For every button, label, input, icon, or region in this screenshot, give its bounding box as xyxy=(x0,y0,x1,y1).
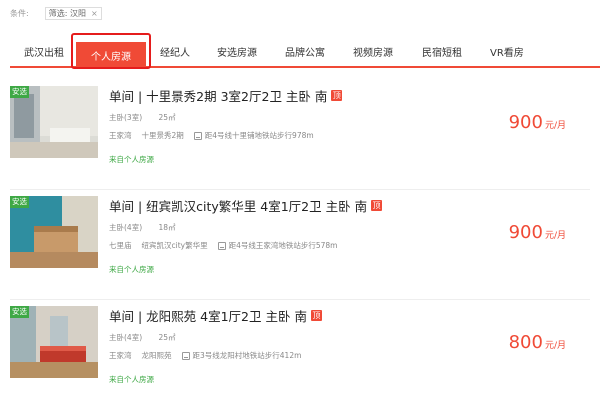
tab-verified[interactable]: 安选房源 xyxy=(217,44,257,59)
listing-item[interactable]: 安选 单间 | 龙阳熙苑 4室1厅2卫 主卧 南 顶 主卧(4室) 25㎡ 王家… xyxy=(0,306,600,400)
listing-room-info: 主卧(4室) 18㎡ xyxy=(109,222,190,233)
subway-distance: 距4号线王家湾地铁站步行578m xyxy=(228,241,338,250)
room-type: 主卧(3室) xyxy=(109,113,143,122)
subway-distance: 距4号线十里铺地铁站步行978m xyxy=(204,131,314,140)
listing-source: 来自个人房源 xyxy=(109,155,154,164)
tab-wuhan-rent[interactable]: 武汉出租 xyxy=(24,44,64,59)
price-unit: 元/月 xyxy=(544,121,566,131)
listing-photo[interactable]: 安选 xyxy=(10,86,98,158)
tab-personal-listings[interactable]: 个人房源 xyxy=(76,42,146,68)
close-icon[interactable]: × xyxy=(91,9,98,18)
listing-title[interactable]: 单间 | 龙阳熙苑 4室1厅2卫 主卧 南 顶 xyxy=(109,306,322,325)
verified-badge: 安选 xyxy=(10,86,29,98)
price-unit: 元/月 xyxy=(544,231,566,241)
listing-photo[interactable]: 安选 xyxy=(10,196,98,268)
listing-room-info: 主卧(3室) 25㎡ xyxy=(109,112,190,123)
listing-location: 王家湾 十里景秀2期 距4号线十里铺地铁站步行978m xyxy=(109,130,314,141)
listing-item[interactable]: 安选 单间 | 十里景秀2期 3室2厅2卫 主卧 南 顶 主卧(3室) 25㎡ … xyxy=(0,86,600,190)
listing-title-text: 单间 | 纽宾凯汉city繁华里 4室1厅2卫 主卧 南 xyxy=(109,199,368,214)
tab-short-rent[interactable]: 民宿短租 xyxy=(422,44,462,59)
district-link[interactable]: 王家湾 xyxy=(109,350,132,361)
district-link[interactable]: 王家湾 xyxy=(109,130,132,141)
room-type: 主卧(4室) xyxy=(109,223,143,232)
listing-price: 900 元/月 xyxy=(509,112,566,133)
listing-room-info: 主卧(4室) 25㎡ xyxy=(109,332,190,343)
room-area: 25㎡ xyxy=(158,333,176,342)
subway-icon xyxy=(181,351,190,360)
top-tag: 顶 xyxy=(310,310,322,321)
listing-price: 900 元/月 xyxy=(509,222,566,243)
tab-agent[interactable]: 经纪人 xyxy=(160,44,190,59)
subway-icon xyxy=(193,131,202,140)
listing-location: 王家湾 龙阳熙苑 距3号线龙阳村地铁站步行412m xyxy=(109,350,301,361)
price-value: 800 xyxy=(508,332,543,353)
divider xyxy=(10,189,590,190)
tab-brand-apartment[interactable]: 品牌公寓 xyxy=(285,44,325,59)
room-area: 25㎡ xyxy=(158,113,176,122)
listing-item[interactable]: 安选 单间 | 纽宾凯汉city繁华里 4室1厅2卫 主卧 南 顶 主卧(4室)… xyxy=(0,196,600,300)
community-link[interactable]: 龙阳熙苑 xyxy=(142,350,172,361)
community-link[interactable]: 纽宾凯汉city繁华里 xyxy=(142,240,208,251)
subway-distance: 距3号线龙阳村地铁站步行412m xyxy=(192,351,302,360)
listing-photo[interactable]: 安选 xyxy=(10,306,98,378)
verified-badge: 安选 xyxy=(10,306,29,318)
listing-source: 来自个人房源 xyxy=(109,375,154,384)
listing-title-text: 单间 | 龙阳熙苑 4室1厅2卫 主卧 南 xyxy=(109,309,307,324)
filter-chip-text: 筛选: 汉阳 xyxy=(48,8,86,18)
filter-label: 条件: xyxy=(10,8,29,18)
divider xyxy=(10,299,590,300)
listing-location: 七里庙 纽宾凯汉city繁华里 距4号线王家湾地铁站步行578m xyxy=(109,240,338,251)
filter-chip[interactable]: 筛选: 汉阳 × xyxy=(44,6,102,20)
room-area: 18㎡ xyxy=(158,223,176,232)
price-value: 900 xyxy=(508,222,543,243)
verified-badge: 安选 xyxy=(10,196,29,208)
tab-vr[interactable]: VR看房 xyxy=(490,44,524,59)
listing-title-text: 单间 | 十里景秀2期 3室2厅2卫 主卧 南 xyxy=(109,89,328,104)
tab-underline xyxy=(10,66,600,68)
tab-bar: 武汉出租 个人房源 经纪人 安选房源 品牌公寓 视频房源 民宿短租 VR看房 xyxy=(0,36,600,68)
subway-icon xyxy=(217,241,226,250)
listing-price: 800 元/月 xyxy=(509,332,566,353)
tab-video[interactable]: 视频房源 xyxy=(353,44,393,59)
room-type: 主卧(4室) xyxy=(109,333,143,342)
filter-row: 条件: 筛选: 汉阳 × xyxy=(10,6,102,20)
listing-source: 来自个人房源 xyxy=(109,265,154,274)
listing-title[interactable]: 单间 | 十里景秀2期 3室2厅2卫 主卧 南 顶 xyxy=(109,86,343,105)
community-link[interactable]: 十里景秀2期 xyxy=(142,130,184,141)
price-value: 900 xyxy=(508,112,543,133)
top-tag: 顶 xyxy=(331,90,343,101)
price-unit: 元/月 xyxy=(544,341,566,351)
top-tag: 顶 xyxy=(371,200,383,211)
listing-title[interactable]: 单间 | 纽宾凯汉city繁华里 4室1厅2卫 主卧 南 顶 xyxy=(109,196,383,215)
district-link[interactable]: 七里庙 xyxy=(109,240,132,251)
